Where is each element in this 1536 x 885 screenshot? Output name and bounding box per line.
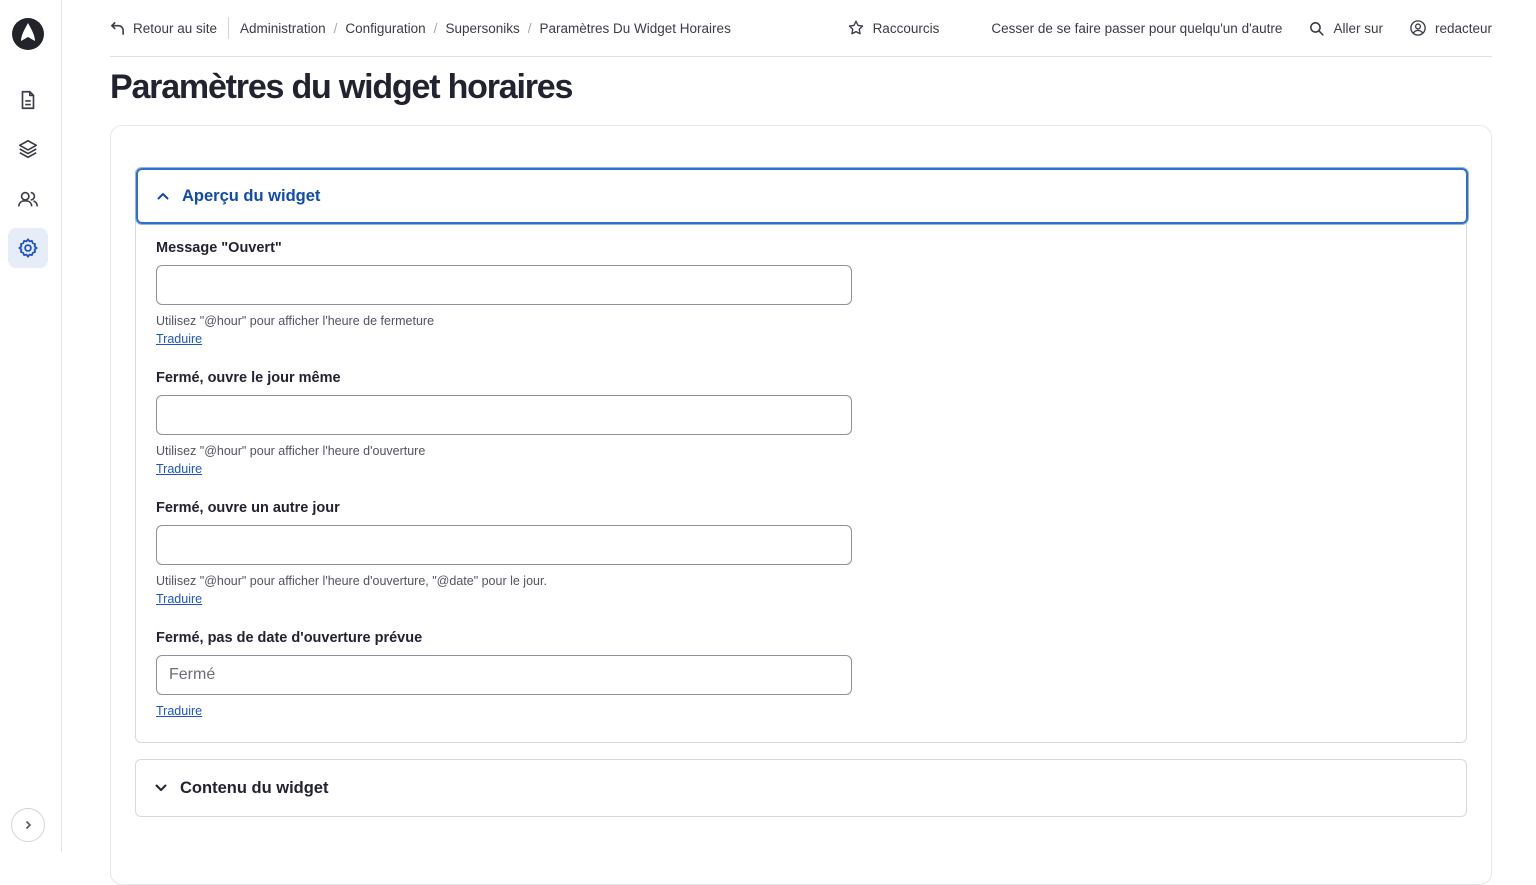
preview-section-toggle[interactable]: Aperçu du widget bbox=[136, 168, 1468, 224]
content-section-label: Contenu du widget bbox=[180, 778, 329, 797]
closed-same-day-description: Utilisez "@hour" pour afficher l'heure d… bbox=[156, 444, 426, 458]
chevron-down-icon bbox=[155, 784, 167, 791]
user-circle-icon bbox=[1410, 20, 1426, 36]
sidebar-item-content[interactable] bbox=[8, 80, 48, 120]
users-icon bbox=[18, 191, 38, 207]
sidebar bbox=[0, 0, 62, 852]
logo-icon[interactable] bbox=[12, 18, 44, 50]
closed-other-day-description: Utilisez "@hour" pour afficher l'heure d… bbox=[156, 574, 547, 588]
breadcrumb-current: Paramètres Du Widget Horaires bbox=[539, 20, 731, 36]
chevron-right-icon bbox=[25, 820, 32, 830]
stop-impersonate-label: Cesser de se faire passer pour quelqu'un… bbox=[991, 20, 1283, 36]
user-label: redacteur bbox=[1434, 20, 1492, 36]
preview-section: Aperçu du widget Message "Ouvert" Utilis… bbox=[135, 167, 1468, 743]
goto-label: Aller sur bbox=[1333, 20, 1383, 36]
breadcrumb-configuration[interactable]: Configuration bbox=[345, 21, 425, 36]
breadcrumb-separator: / bbox=[333, 20, 338, 36]
gear-icon bbox=[18, 238, 38, 258]
sidebar-item-people[interactable] bbox=[8, 179, 48, 219]
layers-icon bbox=[18, 139, 38, 159]
closed-other-day-label: Fermé, ouvre un autre jour bbox=[156, 500, 340, 516]
open-message-input[interactable] bbox=[156, 265, 852, 305]
closed-same-day-field-group: Fermé, ouvre le jour même Utilisez "@hou… bbox=[156, 370, 852, 478]
open-message-label: Message "Ouvert" bbox=[156, 240, 282, 256]
sidebar-expand-button[interactable] bbox=[11, 808, 45, 842]
sidebar-item-structure[interactable] bbox=[8, 129, 48, 169]
open-message-translate-link[interactable]: Traduire bbox=[156, 331, 202, 348]
closed-other-day-input[interactable] bbox=[156, 525, 852, 565]
back-to-site-label: Retour au site bbox=[133, 20, 218, 36]
breadcrumb: Retour au site Administration / Configur… bbox=[110, 0, 731, 56]
closed-no-date-label: Fermé, pas de date d'ouverture prévue bbox=[156, 630, 423, 646]
open-message-description: Utilisez "@hour" pour afficher l'heure d… bbox=[156, 314, 435, 328]
search-icon bbox=[1310, 21, 1325, 36]
closed-other-day-field-group: Fermé, ouvre un autre jour Utilisez "@ho… bbox=[156, 500, 852, 608]
sidebar-item-configuration[interactable] bbox=[8, 228, 48, 268]
breadcrumb-supersoniks[interactable]: Supersoniks bbox=[445, 21, 519, 36]
shortcuts-button[interactable]: Raccourcis bbox=[847, 19, 940, 37]
chevron-up-icon bbox=[157, 193, 169, 200]
shortcuts-label: Raccourcis bbox=[872, 20, 940, 36]
stop-impersonate-link[interactable]: Cesser de se faire passer pour quelqu'un… bbox=[991, 21, 1282, 36]
user-menu-button[interactable]: redacteur bbox=[1409, 19, 1492, 37]
content-section-toggle[interactable]: Contenu du widget bbox=[135, 759, 1467, 817]
breadcrumb-administration[interactable]: Administration bbox=[240, 21, 326, 36]
back-arrow-icon bbox=[111, 21, 124, 35]
closed-same-day-input[interactable] bbox=[156, 395, 852, 435]
breadcrumb-separator: / bbox=[527, 20, 532, 36]
top-bar: Retour au site Administration / Configur… bbox=[110, 0, 1492, 57]
closed-other-day-translate-link[interactable]: Traduire bbox=[156, 591, 202, 608]
breadcrumb-separator: / bbox=[433, 20, 438, 36]
back-to-site-link[interactable]: Retour au site bbox=[110, 17, 230, 39]
star-icon bbox=[848, 20, 863, 35]
document-icon bbox=[21, 90, 35, 110]
page-title: Paramètres du widget horaires bbox=[110, 68, 573, 106]
closed-same-day-translate-link[interactable]: Traduire bbox=[156, 461, 202, 478]
closed-same-day-label: Fermé, ouvre le jour même bbox=[156, 370, 341, 386]
preview-section-label: Aperçu du widget bbox=[182, 186, 321, 205]
open-message-field-group: Message "Ouvert" Utilisez "@hour" pour a… bbox=[156, 240, 852, 348]
goto-button[interactable]: Aller sur bbox=[1308, 20, 1383, 37]
closed-no-date-input[interactable] bbox=[156, 655, 852, 695]
closed-no-date-field-group: Fermé, pas de date d'ouverture prévue Tr… bbox=[156, 630, 852, 720]
closed-no-date-translate-link[interactable]: Traduire bbox=[156, 703, 202, 720]
